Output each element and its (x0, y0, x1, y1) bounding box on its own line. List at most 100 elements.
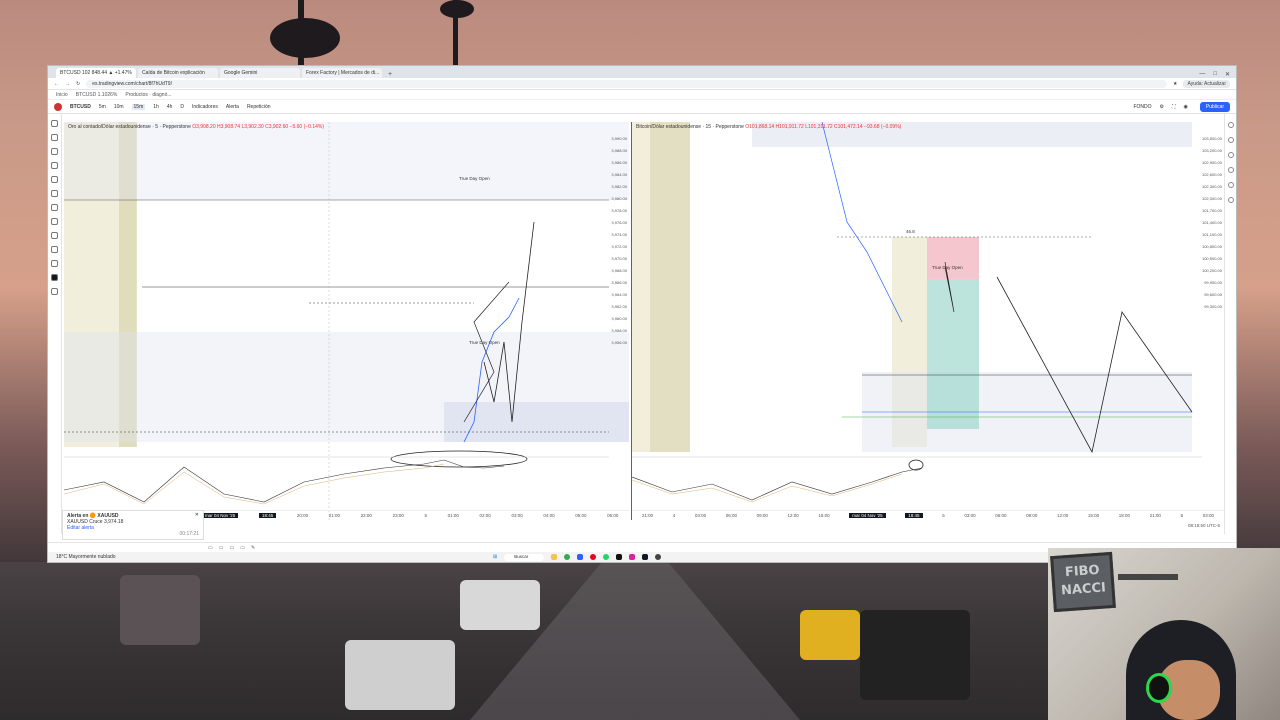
camera-icon[interactable]: ◉ (1184, 104, 1188, 110)
replay-button[interactable]: Repetición (247, 104, 271, 110)
crosshair-icon[interactable] (51, 120, 58, 127)
left-price-axis[interactable]: 3,990.00 3,988.00 3,986.00 3,984.00 3,98… (609, 136, 629, 345)
brush-icon[interactable] (51, 204, 58, 211)
tab-bar: BTCUSD 102 848.44 ▲ +1.47% Caída de Bitc… (48, 66, 1236, 78)
minimize-icon[interactable]: — (1199, 71, 1205, 78)
tab-btcusd[interactable]: BTCUSD 102 848.44 ▲ +1.47% (56, 68, 136, 78)
price-tick: 3,984.00 (611, 172, 627, 177)
tradingview-icon[interactable] (642, 554, 649, 560)
new-tab-button[interactable]: + (384, 71, 396, 78)
magnet-icon[interactable] (51, 232, 58, 239)
url-input[interactable]: es.tradingview.com/chart/8f7hUdT9/ (86, 79, 1167, 88)
interval-4h[interactable]: 4h (167, 104, 173, 110)
address-bar: ← → ↻ es.tradingview.com/chart/8f7hUdT9/… (48, 78, 1236, 90)
settings-icon[interactable]: ⚙ (1160, 104, 1164, 110)
right-price-axis[interactable]: 103,500.00 103,200.00 102,900.00 102,600… (1200, 136, 1224, 309)
fibonacci-sign: FIBO NACCI (1050, 551, 1116, 613)
interval-1h[interactable]: 1h (153, 104, 159, 110)
publish-button[interactable]: Publicar (1199, 101, 1230, 112)
right-chart-ohlc: O101,868.14 H101,911.72 L101,311.72 C101… (745, 124, 902, 130)
pencil-icon[interactable]: ✎ (251, 545, 255, 551)
time-tick: 15:00 (818, 513, 830, 518)
chrome-icon[interactable] (564, 554, 571, 560)
right-chart-symbol[interactable]: Bitcoin/Dólar estadounidense · 15 · Pepp… (636, 124, 744, 130)
pencil-icon[interactable] (51, 274, 58, 281)
tab-gemini[interactable]: Google Gemini (220, 68, 300, 78)
left-chart-symbol[interactable]: Oro al contado/Dólar estadounidense · 5 … (68, 124, 191, 130)
interval-10m[interactable]: 10m (114, 104, 124, 110)
interval-5m[interactable]: 5m (99, 104, 106, 110)
whatsapp-icon[interactable] (603, 554, 610, 560)
zoom-icon[interactable] (51, 218, 58, 225)
eye-icon[interactable] (51, 260, 58, 267)
bookmark-item[interactable]: Productos · diagnó... (125, 92, 171, 98)
left-chart-legend: Oro al contado/Dólar estadounidense · 5 … (68, 124, 324, 130)
tab-forex-factory[interactable]: Forex Factory | Mercados de di... (302, 68, 382, 78)
calendar-icon[interactable] (1227, 152, 1234, 158)
fullscreen-icon[interactable]: ⛶ (1172, 104, 1176, 110)
lock-icon[interactable] (51, 246, 58, 253)
alert-button[interactable]: Alerta (226, 104, 239, 110)
bookmark-item[interactable]: Inicio (56, 92, 68, 98)
star-icon[interactable]: ★ (1173, 81, 1177, 87)
back-icon[interactable]: ← (54, 81, 59, 87)
explorer-icon[interactable] (551, 554, 558, 560)
profile-button[interactable]: Ayuda: Actualizar (1183, 79, 1230, 88)
alerts-icon[interactable] (1227, 137, 1234, 143)
palm-tree (270, 18, 340, 58)
layout-icon[interactable]: ▭ (240, 545, 245, 551)
reload-icon[interactable]: ↻ (76, 81, 80, 87)
store-icon[interactable] (577, 554, 584, 560)
right-chart-canvas[interactable] (632, 122, 1224, 520)
pattern-icon[interactable] (51, 162, 58, 169)
symbol-search[interactable]: BTCUSD (70, 104, 91, 110)
price-tick: 102,600.00 (1201, 172, 1222, 177)
drawing-toolbar (48, 114, 62, 534)
instagram-icon[interactable] (629, 554, 636, 560)
forward-icon[interactable]: → (65, 81, 70, 87)
interval-15m[interactable]: 15m (131, 103, 146, 110)
maximize-icon[interactable]: □ (1213, 71, 1217, 78)
layout-icon[interactable]: ▭ (219, 545, 224, 551)
text-icon[interactable] (51, 176, 58, 183)
right-time-axis[interactable]: 21:00 4 03:00 06:00 09:00 12:00 15:00 ma… (632, 510, 1224, 520)
layout-label[interactable]: FONDO (1133, 104, 1151, 110)
browser-window: BTCUSD 102 848.44 ▲ +1.47% Caída de Bitc… (47, 65, 1237, 563)
time-tick: 4 (672, 513, 676, 518)
time-tick: 5 (942, 513, 945, 518)
start-icon[interactable]: ⊞ (493, 554, 497, 560)
trendline-icon[interactable] (51, 134, 58, 141)
weather-widget[interactable]: 18°C Mayormente nublado (56, 554, 186, 560)
bookmark-item[interactable]: BTCUSD 1.1026% (76, 92, 118, 98)
close-icon[interactable]: ✕ (1225, 71, 1230, 78)
price-tick: 99,900.00 (1204, 280, 1222, 285)
notifications-icon[interactable] (1227, 197, 1234, 203)
pinterest-icon[interactable] (590, 554, 597, 560)
layout-icon[interactable]: ▭ (229, 545, 234, 551)
layout-icon[interactable]: ▭ (208, 545, 213, 551)
price-tick: 3,958.00 (611, 328, 627, 333)
watchlist-icon[interactable] (1227, 122, 1234, 128)
left-chart-canvas[interactable] (64, 122, 629, 520)
alert-notification[interactable]: Alerta en 🟠 XAUUSD XAUUSD Cruce 3,974.18… (62, 510, 204, 540)
indicators-button[interactable]: Indicadores (192, 104, 218, 110)
price-tick: 3,970.00 (611, 256, 627, 261)
price-tick: 101,700.00 (1201, 208, 1222, 213)
interval-d[interactable]: D (180, 104, 184, 110)
chat-icon[interactable] (1227, 167, 1234, 173)
price-tick: 3,986.00 (611, 160, 627, 165)
time-tick: 12:00 (787, 513, 799, 518)
right-chart-pane[interactable]: Bitcoin/Dólar estadounidense · 15 · Pepp… (631, 122, 1224, 520)
trash-icon[interactable] (51, 288, 58, 295)
left-chart-pane[interactable]: Oro al contado/Dólar estadounidense · 5 … (64, 122, 629, 520)
price-tick: 101,400.00 (1201, 220, 1222, 225)
obs-icon[interactable] (655, 554, 662, 560)
price-tick: 101,100.00 (1201, 232, 1222, 237)
measure-icon[interactable] (51, 190, 58, 197)
taskbar-search[interactable]: Buscar (504, 553, 545, 561)
tab-bitcoin-explicacion[interactable]: Caída de Bitcoin explicación (138, 68, 218, 78)
ideas-icon[interactable] (1227, 182, 1234, 188)
tiktok-icon[interactable] (616, 554, 623, 560)
close-alert-icon[interactable]: ✕ (195, 512, 199, 518)
fib-icon[interactable] (51, 148, 58, 155)
